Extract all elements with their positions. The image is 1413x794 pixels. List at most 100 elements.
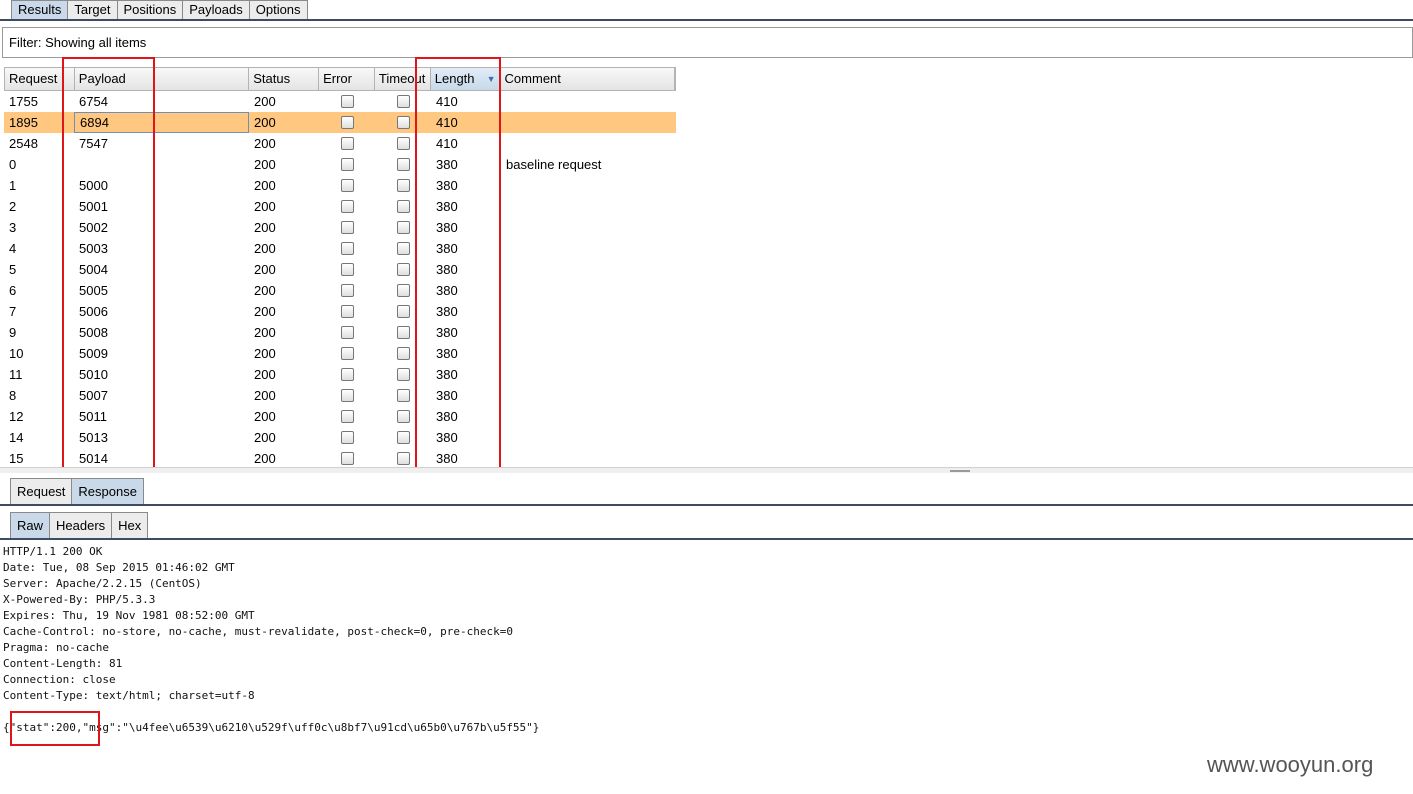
status-cell: 200 [254, 283, 276, 298]
error-cell [319, 406, 375, 427]
timeout-checkbox [396, 158, 410, 171]
response-line: Date: Tue, 08 Sep 2015 01:46:02 GMT [3, 561, 235, 574]
comment-cell [501, 259, 676, 280]
length-column-highlight-box [415, 57, 501, 472]
response-body[interactable]: HTTP/1.1 200 OK Date: Tue, 08 Sep 2015 01… [3, 544, 539, 736]
status-cell: 200 [254, 94, 276, 109]
error-cell [319, 301, 375, 322]
comment-cell: baseline request [506, 157, 602, 172]
timeout-checkbox [396, 347, 410, 360]
error-checkbox [340, 158, 354, 171]
status-cell: 200 [254, 115, 276, 130]
error-cell [319, 364, 375, 385]
error-checkbox [340, 347, 354, 360]
timeout-checkbox [396, 368, 410, 381]
response-line: Pragma: no-cache [3, 641, 109, 654]
response-line: Content-Length: 81 [3, 657, 123, 670]
tab-positions[interactable]: Positions [116, 0, 184, 20]
error-cell [319, 448, 375, 469]
column-header-comment[interactable]: Comment [501, 68, 676, 90]
response-line: Expires: Thu, 19 Nov 1981 08:52:00 GMT [3, 609, 255, 622]
tab-options[interactable]: Options [248, 0, 308, 20]
timeout-checkbox [396, 95, 410, 108]
timeout-checkbox [396, 242, 410, 255]
timeout-checkbox [396, 200, 410, 213]
response-line: Connection: close [3, 673, 116, 686]
timeout-checkbox [396, 431, 410, 444]
error-checkbox [340, 452, 354, 465]
status-cell: 200 [254, 388, 276, 403]
error-cell [319, 133, 375, 154]
status-cell: 200 [254, 178, 276, 193]
error-checkbox [340, 242, 354, 255]
error-cell [319, 259, 375, 280]
payload-column-highlight-box [62, 57, 155, 470]
error-cell [319, 217, 375, 238]
tab-payloads[interactable]: Payloads [182, 0, 250, 20]
timeout-checkbox [396, 305, 410, 318]
error-checkbox [340, 410, 354, 423]
error-checkbox [340, 263, 354, 276]
timeout-checkbox [396, 326, 410, 339]
error-checkbox [340, 179, 354, 192]
response-line: Cache-Control: no-store, no-cache, must-… [3, 625, 513, 638]
comment-cell [501, 112, 676, 133]
error-checkbox [340, 221, 354, 234]
comment-cell [501, 322, 676, 343]
timeout-checkbox [396, 263, 410, 276]
tab-hex[interactable]: Hex [111, 512, 149, 539]
error-checkbox [340, 95, 354, 108]
top-tab-divider [0, 19, 1413, 21]
comment-cell [501, 427, 676, 448]
comment-cell [501, 343, 676, 364]
status-cell: 200 [254, 241, 276, 256]
status-cell: 200 [254, 304, 276, 319]
pane-splitter[interactable] [0, 467, 1413, 473]
comment-cell [501, 364, 676, 385]
error-cell [319, 280, 375, 301]
status-cell: 200 [254, 367, 276, 382]
error-cell [319, 322, 375, 343]
response-line: Server: Apache/2.2.15 (CentOS) [3, 577, 202, 590]
comment-cell [501, 133, 676, 154]
error-cell [319, 385, 375, 406]
comment-cell [501, 217, 676, 238]
status-cell: 200 [254, 346, 276, 361]
view-tab-divider [0, 538, 1413, 540]
splitter-grip[interactable] [950, 470, 970, 472]
comment-cell [501, 301, 676, 322]
status-cell: 200 [254, 220, 276, 235]
status-cell: 200 [254, 262, 276, 277]
column-header-status[interactable]: Status [249, 68, 320, 90]
error-checkbox [340, 431, 354, 444]
tab-request[interactable]: Request [10, 478, 73, 505]
tab-headers[interactable]: Headers [49, 512, 113, 539]
comment-cell [501, 196, 676, 217]
error-checkbox [340, 200, 354, 213]
error-cell [319, 196, 375, 217]
comment-cell [501, 91, 676, 112]
error-cell [319, 175, 375, 196]
error-cell [319, 238, 375, 259]
tab-results[interactable]: Results [11, 0, 69, 20]
tab-target[interactable]: Target [67, 0, 118, 20]
error-cell [319, 112, 375, 133]
error-checkbox [340, 305, 354, 318]
tab-raw[interactable]: Raw [10, 512, 51, 539]
filter-bar[interactable]: Filter: Showing all items [2, 27, 1413, 58]
comment-cell [501, 448, 676, 469]
error-cell [319, 154, 375, 175]
error-checkbox [340, 284, 354, 297]
timeout-checkbox [396, 410, 410, 423]
status-cell: 200 [254, 157, 276, 172]
timeout-checkbox [396, 452, 410, 465]
response-line: X-Powered-By: PHP/5.3.3 [3, 593, 156, 606]
comment-cell [501, 385, 676, 406]
status-cell: 200 [254, 430, 276, 445]
column-header-error[interactable]: Error [319, 68, 375, 90]
comment-cell [501, 406, 676, 427]
view-tab-bar: Raw Headers Hex [10, 512, 149, 539]
status-cell: 200 [254, 325, 276, 340]
comment-cell [501, 175, 676, 196]
tab-response[interactable]: Response [71, 478, 144, 505]
